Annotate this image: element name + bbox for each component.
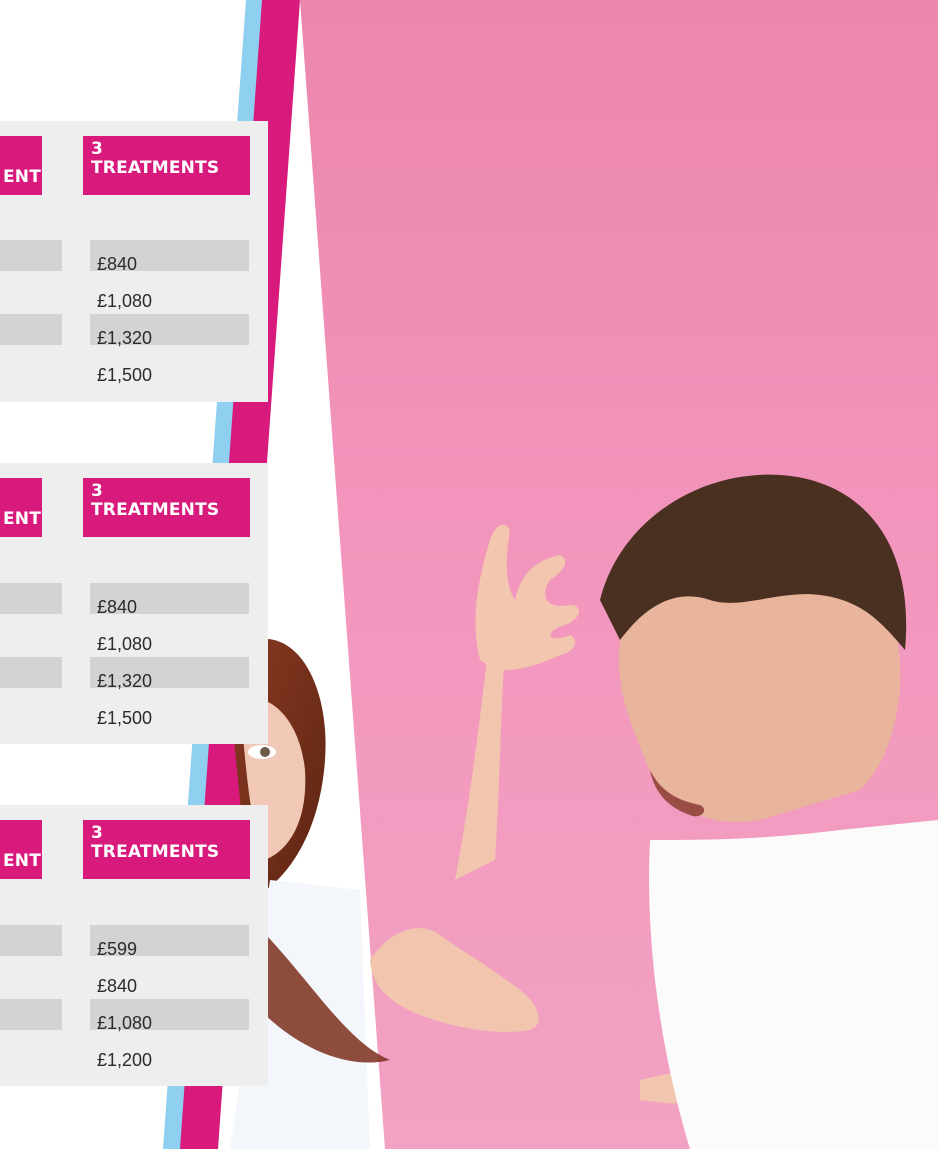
- row-shade-left: [0, 314, 62, 345]
- price-cell: £1,500: [97, 708, 153, 728]
- column-header-left: ENT: [0, 136, 42, 195]
- pricing-panel-3: ENT 3 TREATMENTS £599 £840 £1,080 £1,200: [0, 805, 268, 1086]
- price-cell: £1,320: [97, 328, 153, 348]
- row-shade-left: [0, 583, 62, 614]
- header-label: TREATMENTS: [91, 500, 220, 520]
- price-cell: £1,080: [97, 634, 153, 654]
- price-cell: £840: [97, 976, 138, 996]
- row-shade-left: [0, 657, 62, 688]
- row-shade-left: [0, 240, 62, 271]
- column-header-left: ENT: [0, 478, 42, 537]
- column-header-left: ENT: [0, 820, 42, 879]
- row-shade-left: [0, 925, 62, 956]
- column-header-3-treatments: 3 TREATMENTS: [83, 478, 250, 537]
- price-cell: £1,080: [97, 1013, 153, 1033]
- price-cell: £1,320: [97, 671, 153, 691]
- header-number: 3: [91, 481, 104, 501]
- header-number: 3: [91, 823, 104, 843]
- price-cell: £1,500: [97, 365, 153, 385]
- header-label: TREATMENTS: [91, 158, 220, 178]
- column-header-3-treatments: 3 TREATMENTS: [83, 136, 250, 195]
- price-cell: £1,080: [97, 291, 153, 311]
- price-cell: £599: [97, 939, 138, 959]
- pricing-panel-1: ENT 3 TREATMENTS £840 £1,080 £1,320 £1,5…: [0, 121, 268, 402]
- price-cell: £840: [97, 597, 138, 617]
- price-cell: £1,200: [97, 1050, 153, 1070]
- header-label: TREATMENTS: [91, 842, 220, 862]
- pricing-panel-2: ENT 3 TREATMENTS £840 £1,080 £1,320 £1,5…: [0, 463, 268, 744]
- column-header-3-treatments: 3 TREATMENTS: [83, 820, 250, 879]
- row-shade-left: [0, 999, 62, 1030]
- price-cell: £840: [97, 254, 138, 274]
- header-number: 3: [91, 139, 104, 159]
